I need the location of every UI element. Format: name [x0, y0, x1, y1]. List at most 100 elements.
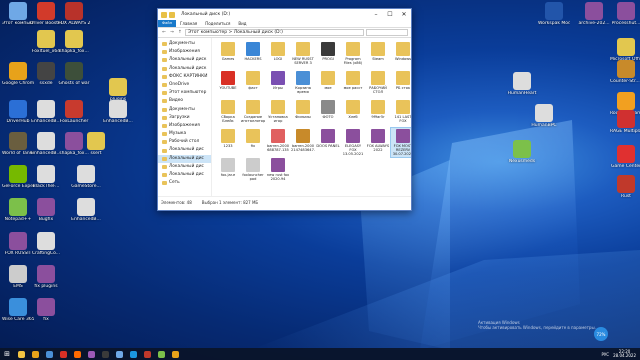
start-button[interactable]: ⊞ — [0, 348, 14, 360]
taskbar-app[interactable] — [42, 348, 56, 360]
desktop-icon[interactable]: Bugfix — [30, 198, 62, 222]
nav-item[interactable]: Документы — [158, 40, 211, 48]
tab-file[interactable]: Файл — [158, 20, 176, 27]
language-indicator[interactable]: РУС — [601, 352, 609, 357]
file-item[interactable]: HACKERS — [241, 41, 265, 70]
desktop-icon[interactable]: Workspak ModPo... — [538, 2, 570, 26]
file-item[interactable]: 141 LAST FOX — [391, 99, 411, 128]
taskbar-app[interactable] — [56, 348, 70, 360]
desktop-icon[interactable]: EnhancedB... — [70, 198, 102, 222]
file-item[interactable]: LOGI — [266, 41, 290, 70]
file-item[interactable]: фаст — [241, 70, 265, 99]
desktop-icon[interactable]: Rust — [610, 175, 640, 199]
tab-view[interactable]: Вид — [234, 20, 250, 27]
file-item[interactable]: Игры — [266, 70, 290, 99]
desktop-icon[interactable]: Game Center — [610, 145, 640, 169]
file-item[interactable]: barren.2000 2147483647.T.121 — [291, 128, 315, 157]
desktop-icon[interactable]: CraftingCo... — [30, 232, 62, 256]
desktop-icon[interactable]: FoxLauncher — [58, 100, 90, 124]
file-item[interactable]: Фильмы — [291, 99, 315, 128]
tab-home[interactable]: Главная — [176, 20, 201, 27]
desktop-icon[interactable]: FOX ALWAYS 2022 — [58, 2, 90, 26]
file-item[interactable]: РБ сток — [391, 70, 411, 99]
nav-item[interactable]: Музыка — [158, 130, 211, 138]
minimize-button[interactable]: – — [369, 11, 383, 18]
file-item[interactable]: new rust fox 2020.94 — [266, 157, 290, 186]
back-arrow-icon[interactable]: ← — [161, 30, 167, 35]
file-item[interactable]: ELEGASY FOX 13.05.2021 — [341, 128, 365, 157]
nav-item[interactable]: Этот компьютер — [158, 89, 211, 97]
nav-item[interactable]: Локальный дис — [158, 146, 211, 154]
folder-icon[interactable] — [161, 11, 167, 18]
file-item[interactable]: DOOS PANEL — [316, 128, 340, 157]
desktop-icon[interactable]: Nexusmeds — [506, 140, 538, 164]
taskbar-app[interactable] — [126, 348, 140, 360]
file-item[interactable]: 9f9ar5r — [366, 99, 390, 128]
nav-item[interactable]: Рабочий стол — [158, 138, 211, 146]
nav-item[interactable]: Изображения — [158, 48, 211, 56]
file-item[interactable]: Создание инсталлятора — [241, 99, 265, 128]
file-item[interactable]: Хлеб — [341, 99, 365, 128]
desktop-icon[interactable]: fix plugins — [30, 265, 62, 289]
file-item[interactable]: ФОТО — [316, 99, 340, 128]
desktop-icon[interactable]: Ghosts of war — [58, 62, 90, 86]
nav-item[interactable]: Локальный диск — [158, 56, 211, 64]
file-item[interactable]: PROGI — [316, 41, 340, 70]
search-input[interactable] — [366, 29, 408, 36]
properties-icon[interactable] — [169, 11, 175, 18]
nav-item[interactable]: Документы — [158, 106, 211, 114]
desktop-icon[interactable]: archive-202... — [578, 2, 610, 26]
taskbar-app[interactable] — [98, 348, 112, 360]
desktop-icon[interactable]: plugins — [102, 78, 134, 102]
tab-share[interactable]: Поделиться — [201, 20, 234, 27]
nav-item[interactable]: Загрузки — [158, 114, 211, 122]
file-item[interactable]: foxlauncher pod — [241, 157, 265, 186]
taskbar-app[interactable] — [154, 348, 168, 360]
file-item[interactable]: FOX ALWAYS 2022 — [366, 128, 390, 157]
taskbar-app[interactable] — [84, 348, 98, 360]
file-item[interactable]: YOUTUBE — [216, 70, 240, 99]
file-item[interactable]: РАБОЧИЙ СТОЛ — [366, 70, 390, 99]
file-item[interactable]: Корзина время — [291, 70, 315, 99]
taskbar-app[interactable] — [28, 348, 42, 360]
taskbar-app[interactable] — [70, 348, 84, 360]
nav-item[interactable]: Локальный дис — [158, 171, 211, 179]
taskbar-app[interactable] — [112, 348, 126, 360]
desktop-icon[interactable]: EnhancedB... — [102, 100, 134, 124]
performance-meter[interactable]: 72% — [594, 327, 608, 341]
nav-item[interactable]: Изображения — [158, 122, 211, 130]
file-item[interactable]: fox.jar.e — [216, 157, 240, 186]
up-arrow-icon[interactable]: ↑ — [177, 30, 183, 35]
address-path[interactable]: Этот компьютер > Локальный диск (D:) — [185, 29, 364, 36]
file-item[interactable]: fix — [241, 128, 265, 157]
file-item[interactable]: 1233 — [216, 128, 240, 157]
nav-item[interactable]: Видео — [158, 97, 211, 105]
nav-item[interactable]: Сеть — [158, 179, 211, 187]
file-item[interactable]: barren.2000 688787.135 — [266, 128, 290, 157]
nav-item[interactable]: Локальный диск — [158, 65, 211, 73]
desktop-icon[interactable]: Processhut... — [610, 2, 640, 26]
desktop-icon[interactable]: HumanHeart — [506, 72, 538, 96]
title-bar[interactable]: Локальный диск (D:) – ☐ ✕ — [158, 9, 411, 20]
forward-arrow-icon[interactable]: → — [169, 30, 175, 35]
desktop-icon[interactable]: Microsoft Office... — [610, 38, 640, 62]
desktop-icon[interactable]: shapka_fox... — [58, 30, 90, 54]
desktop-icon[interactable]: GameStore... — [70, 165, 102, 189]
maximize-button[interactable]: ☐ — [383, 11, 397, 18]
nav-item[interactable]: ФОКС КАРТИНКИ — [158, 73, 211, 81]
taskbar-app[interactable] — [14, 348, 28, 360]
file-item[interactable]: Games — [216, 41, 240, 70]
close-button[interactable]: ✕ — [397, 11, 411, 18]
file-item[interactable]: Steam — [366, 41, 390, 70]
file-item[interactable]: Сборка Блейк — [216, 99, 240, 128]
desktop-icon[interactable]: Counter-Str... Global Offe... — [610, 60, 640, 84]
file-item[interactable]: NEW RUSST SERVER 3 — [291, 41, 315, 70]
desktop-icon[interactable]: fix — [30, 298, 62, 322]
desktop-icon[interactable]: ssert — [80, 132, 112, 156]
file-item[interactable]: мое — [316, 70, 340, 99]
nav-item[interactable]: Локальный дис — [158, 163, 211, 171]
nav-item[interactable]: Локальный дис — [158, 154, 211, 163]
desktop-icon[interactable]: RAGE Multiplayer — [610, 110, 640, 134]
clock[interactable]: 22:20 28.04.2022 — [613, 349, 636, 359]
taskbar-app[interactable] — [168, 348, 182, 360]
